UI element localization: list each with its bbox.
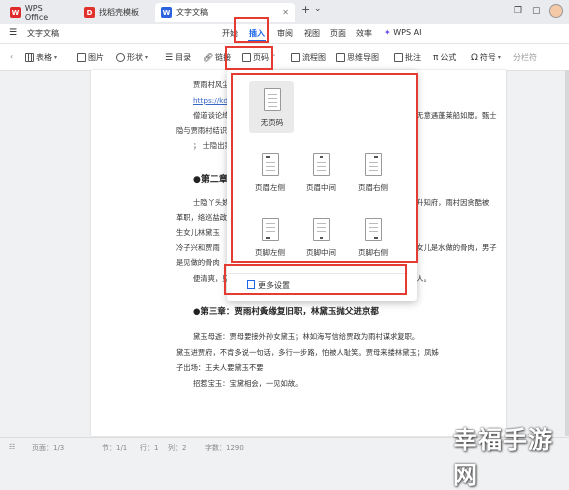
toc-label: 目录 — [175, 53, 192, 62]
ai-icon: ✦ — [384, 28, 391, 37]
link-icon: 🔗︎ — [203, 53, 214, 62]
table-label: 表格 — [36, 53, 52, 62]
tab-wps-office[interactable]: W WPS Office — [4, 3, 74, 22]
comment-button[interactable]: 批注 — [394, 52, 421, 63]
image-label: 图片 — [88, 53, 104, 62]
formula-icon: π — [433, 52, 439, 63]
mindmap-button[interactable]: 思维导图 — [336, 52, 379, 63]
shape-label: 形状 — [127, 53, 143, 62]
doc-line: 是见做的骨肉 — [176, 258, 220, 267]
flowchart-label: 流程图 — [302, 53, 326, 62]
section-count: 节：1/1 — [102, 444, 128, 452]
menu-page[interactable]: 页面 — [330, 28, 346, 39]
menu-wps-ai[interactable]: ✦ WPS AI — [384, 28, 421, 37]
tab-label: 文字文稿 — [176, 8, 208, 17]
title-bar: W WPS Office D 找稻壳模板 W 文字文稿 ✕ + ⌄ ❐ ▢ — [0, 0, 569, 24]
doc-line: ； 士隐出家 — [193, 141, 232, 150]
new-tab-button[interactable]: + — [301, 3, 310, 16]
column-break-label: 分栏符 — [513, 53, 537, 62]
symbol-label: 符号 — [479, 53, 496, 62]
tab-label: 找稻壳模板 — [99, 8, 139, 17]
doc-line: 招惹宝玉：宝黛相会，一见如故。 — [193, 379, 303, 388]
mindmap-icon — [336, 53, 345, 62]
restore-icon[interactable]: ❐ — [514, 6, 522, 16]
doc-line: ，女儿是水做的骨肉，男子 — [409, 243, 497, 252]
word-count[interactable]: 字数：1290 — [205, 443, 244, 453]
wps-logo-icon: W — [10, 7, 21, 18]
writer-logo-icon: W — [161, 7, 172, 18]
doc-line: 子出场：王夫人要黛玉不要 — [176, 363, 264, 372]
page-count[interactable]: 页面：1/3 — [32, 443, 64, 453]
column-break-button[interactable]: 分栏符 — [513, 52, 537, 63]
image-button[interactable]: 图片 — [77, 52, 104, 63]
menu-review[interactable]: 审阅 — [277, 28, 293, 39]
table-button[interactable]: 表格 ▾ — [25, 52, 57, 63]
menu-efficiency[interactable]: 效率 — [356, 28, 372, 39]
chevron-left-icon[interactable]: ‹ — [10, 52, 13, 61]
window-icon[interactable]: ▢ — [532, 6, 541, 16]
table-icon — [25, 53, 34, 62]
comment-label: 批注 — [405, 53, 421, 62]
chapter-heading: ●第二章 — [193, 175, 228, 185]
chevron-down-icon: ▾ — [145, 54, 149, 61]
close-icon[interactable]: ✕ — [282, 8, 289, 17]
shape-icon — [116, 53, 125, 62]
mindmap-label: 思维导图 — [347, 53, 379, 62]
comment-icon — [394, 53, 403, 62]
doc-line: 革职，络巡盐政 — [176, 213, 228, 222]
image-icon — [77, 53, 86, 62]
file-menu[interactable]: 文字文稿 — [27, 28, 59, 39]
insert-tab-highlight — [234, 17, 269, 43]
page-number-options-highlight — [231, 73, 418, 263]
chevron-down-icon: ▾ — [54, 54, 58, 61]
doc-line: 后升知府，雨村因贪酷被 — [409, 198, 490, 207]
doc-line: 冷子兴和贾雨 — [176, 243, 220, 252]
column-number: 列：2 — [168, 444, 187, 452]
list-icon: ☰ — [165, 52, 174, 63]
ribbon-toolbar: ‹ 表格 ▾ 图片 形状 ▾ ☰ 目录 🔗︎ 链接 页码 ⌃ 流程图 思维导图 批注 π公… — [0, 44, 569, 71]
tab-label: WPS Office — [24, 3, 49, 22]
scrollbar[interactable] — [565, 70, 569, 436]
omega-icon: Ω — [471, 52, 478, 63]
formula-label: 公式 — [440, 53, 457, 62]
flowchart-button[interactable]: 流程图 — [291, 52, 326, 63]
doc-line: 生女儿林黛玉 — [176, 228, 220, 237]
symbol-button[interactable]: Ω 符号 ▾ — [471, 52, 501, 63]
menu-view[interactable]: 视图 — [304, 28, 320, 39]
flowchart-icon — [291, 53, 300, 62]
doc-line: 黛玉母逝：贾母要接外孙女黛玉；林如海写信给贾政为雨村谋求复职。 — [193, 332, 420, 341]
watermark-text: 幸福手游网 — [453, 426, 553, 489]
line-number: 行：1 — [140, 444, 159, 452]
page-number-highlight — [225, 46, 273, 70]
toc-button[interactable]: ☰ 目录 — [165, 52, 191, 63]
menu-wps-ai-label: WPS AI — [393, 28, 422, 37]
doc-line: 隐与贾雨村结识 — [176, 126, 228, 135]
hamburger-menu-icon[interactable]: ☰ — [9, 28, 17, 38]
avatar[interactable] — [549, 4, 563, 18]
doc-line: 黛玉进贾府，不肯多说一句话，多行一步路，怕被人耻笑。贾母来搂林黛玉；凤姊 — [176, 348, 439, 357]
chapter-heading: ●第三章：贾雨村夤缘复旧职，林黛玉抛父进京都 — [193, 307, 379, 317]
docer-logo-icon: D — [84, 7, 95, 18]
tab-document[interactable]: W 文字文稿 ✕ — [155, 3, 295, 22]
shape-button[interactable]: 形状 ▾ — [116, 52, 148, 63]
formula-button[interactable]: π 公式 — [433, 52, 456, 63]
doc-line: ，无意遇蓬莱船如愿。甄士 — [409, 111, 497, 120]
chevron-down-icon[interactable]: ⌄ — [314, 4, 322, 14]
chevron-down-icon: ▾ — [497, 54, 501, 61]
outline-icon[interactable]: ☷ — [9, 443, 15, 451]
more-settings-highlight — [224, 264, 407, 295]
tab-template[interactable]: D 找稻壳模板 — [78, 3, 152, 22]
menu-bar: ☰ 文字文稿 开始 插入 审阅 视图 页面 效率 ✦ WPS AI — [0, 24, 569, 44]
